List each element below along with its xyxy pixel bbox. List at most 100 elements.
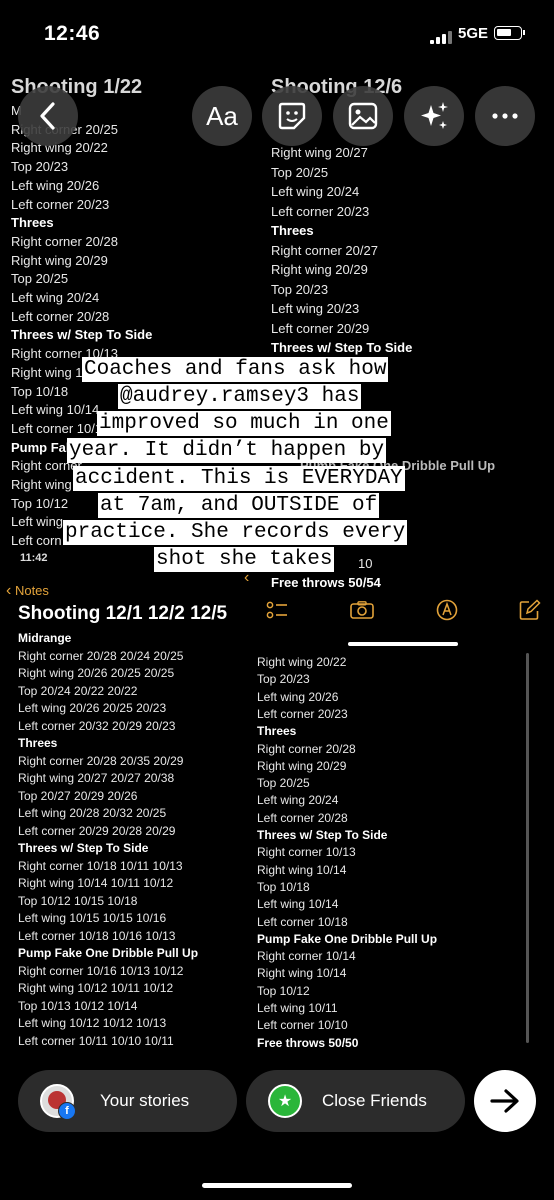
note-line: Top 20/23 xyxy=(271,281,329,297)
note-line: Left corner 10/18 10/16 10/13 xyxy=(18,928,176,943)
chevron-left-icon xyxy=(40,102,55,130)
note-line: Left wing 10/14 xyxy=(257,897,339,912)
note-line: Right wing 20/29 xyxy=(257,758,347,773)
note-line: Left corner 10/18 xyxy=(11,420,110,436)
effects-button[interactable] xyxy=(404,86,464,146)
star-icon: ★ xyxy=(268,1084,302,1118)
note-line: Right corner 10/13 xyxy=(257,845,356,860)
note-line: Left wing 20/24 xyxy=(257,793,339,808)
note-line: Top 20/24 20/22 20/22 xyxy=(18,683,138,698)
note-line: Left wing 10/14 xyxy=(11,402,100,418)
note-line: Left wing 20/23 xyxy=(271,301,360,316)
note-line: Left corner 20/23 xyxy=(257,706,348,721)
note-line: Left corner 10/10 xyxy=(257,1018,348,1033)
note-line: Left wing 20/24 xyxy=(271,184,360,199)
caption-line: practice. She records every xyxy=(63,520,408,545)
note-title-bottom: Shooting 12/1 12/2 12/5 xyxy=(18,603,228,624)
your-stories-button[interactable]: f Your stories xyxy=(18,1070,237,1132)
note-line: Right corner 20/28 20/35 20/29 xyxy=(18,753,184,768)
checklist-icon xyxy=(266,601,287,619)
note-line: Left wing 20/26 xyxy=(257,689,339,704)
note-heading: Threes w/ Step To Side xyxy=(18,841,149,855)
scroll-indicator xyxy=(348,642,458,646)
carrier-label: 5GE xyxy=(458,25,489,42)
note-line: Free throws 50/54 xyxy=(271,575,381,590)
note-line: Top 20/25 xyxy=(11,271,69,287)
note-line: Right wing xyxy=(11,477,72,492)
note-line: Left wing 20/26 20/25 20/23 xyxy=(18,701,167,715)
avatar: f xyxy=(40,1084,76,1120)
caption-line: Coaches and fans ask how xyxy=(82,357,389,382)
note-heading: Pump Fake One Dribble Pull Up xyxy=(18,946,199,960)
note-line: Left corner 20/28 xyxy=(11,308,110,324)
note-line: Left wing 20/28 20/32 20/25 xyxy=(18,806,167,820)
note-line: Top 10/18 xyxy=(11,383,69,399)
note-line: Right wing 10/14 xyxy=(257,966,347,981)
note-heading: Threes w/ Step To Side xyxy=(257,828,388,842)
notes-back-label: Notes xyxy=(14,583,49,598)
note-heading: Threes xyxy=(271,223,314,238)
text-tool-button[interactable]: Aa xyxy=(192,86,252,146)
note-line: Left corner 10/11 10/10 10/11 xyxy=(18,1033,174,1048)
markup-icon xyxy=(436,599,458,621)
caption-line: at 7am, and OUTSIDE of xyxy=(98,493,380,518)
note-line: Right wing 20/26 20/25 20/25 xyxy=(18,666,175,680)
caption-line: improved so much in one xyxy=(97,411,391,436)
note-heading: Midrange xyxy=(18,631,72,645)
note-line: Left wing 20/26 xyxy=(11,177,100,193)
chevron-left-icon: ‹ xyxy=(6,582,12,599)
note-line: Right wing 20/27 xyxy=(271,145,368,160)
caption-line: year. It didn’t happen by xyxy=(67,438,387,463)
note-heading: Threes w/ Step To Side xyxy=(11,327,153,343)
text-tool-label: Aa xyxy=(206,100,238,131)
note-line: Top 20/23 xyxy=(257,672,310,687)
note-line: Top 20/25 xyxy=(271,164,329,180)
status-time: 12:46 xyxy=(44,22,101,45)
scroll-bar xyxy=(526,653,529,1043)
facebook-icon: f xyxy=(58,1102,76,1120)
note-line: Left corner 10/18 xyxy=(257,914,348,929)
note-line: Left corner 20/23 xyxy=(11,196,110,212)
more-button[interactable] xyxy=(475,86,535,146)
note-line: Right corner 10/14 xyxy=(257,949,356,964)
note-line: Left wing 10/12 10/12 10/13 xyxy=(18,1016,167,1030)
note-line: 10 xyxy=(358,556,373,571)
note-line: Left corn xyxy=(11,533,62,549)
signal-icon xyxy=(430,30,454,44)
note-line: Top 10/13 10/12 10/14 xyxy=(18,998,138,1013)
note-heading: Threes xyxy=(257,724,297,739)
close-friends-label: Close Friends xyxy=(322,1091,427,1110)
note-line: Left corner 20/29 20/28 20/29 xyxy=(18,823,176,838)
note-line: Right wing 20/27 20/27 20/38 xyxy=(18,771,175,785)
note-line: Right corner 10/16 10/13 10/12 xyxy=(18,963,184,978)
home-indicator xyxy=(202,1183,352,1188)
note-line: Right corner 20/28 20/24 20/25 xyxy=(18,648,184,663)
back-button[interactable] xyxy=(18,86,78,146)
note-heading: Threes w/ Step To Side xyxy=(271,340,413,355)
media-button[interactable] xyxy=(333,86,393,146)
note-line: Top 10/12 10/15 10/18 xyxy=(18,893,138,908)
note-line: Top 10/18 xyxy=(257,879,310,894)
sparkles-icon xyxy=(421,102,448,129)
note-heading: Threes xyxy=(11,215,54,231)
note-line: Right corner 10/18 10/11 10/13 xyxy=(18,858,183,873)
chevron-left-icon: ‹ xyxy=(244,569,250,586)
arrow-right-icon xyxy=(490,1089,519,1113)
note-line: Top 20/23 xyxy=(11,159,69,175)
note-line: Left corner 20/32 20/29 20/23 xyxy=(18,718,176,733)
note-line: Right corner 20/28 xyxy=(257,741,356,756)
note-line: Right corner 20/27 xyxy=(271,242,378,258)
sticker-button[interactable] xyxy=(262,86,322,146)
share-next-button[interactable] xyxy=(474,1070,536,1132)
note-line: Left wing 10/11 xyxy=(257,1001,338,1015)
close-friends-button[interactable]: ★ Close Friends xyxy=(246,1070,465,1132)
note-line: Left wing 10/15 10/15 10/16 xyxy=(18,911,167,925)
notes-back-link: ‹ Notes xyxy=(6,582,49,600)
note-line: Right wing 20/29 xyxy=(271,262,368,277)
note-line: Right corner 20/28 xyxy=(11,233,118,249)
note-line: Left wing xyxy=(11,514,64,530)
note-heading: Pump Fake One Dribble Pull Up xyxy=(257,931,438,946)
note-line: Left corner 20/29 xyxy=(271,320,370,336)
note-line: Left wing 20/24 xyxy=(11,290,100,305)
note-line: Top 20/27 20/29 20/26 xyxy=(18,788,138,803)
